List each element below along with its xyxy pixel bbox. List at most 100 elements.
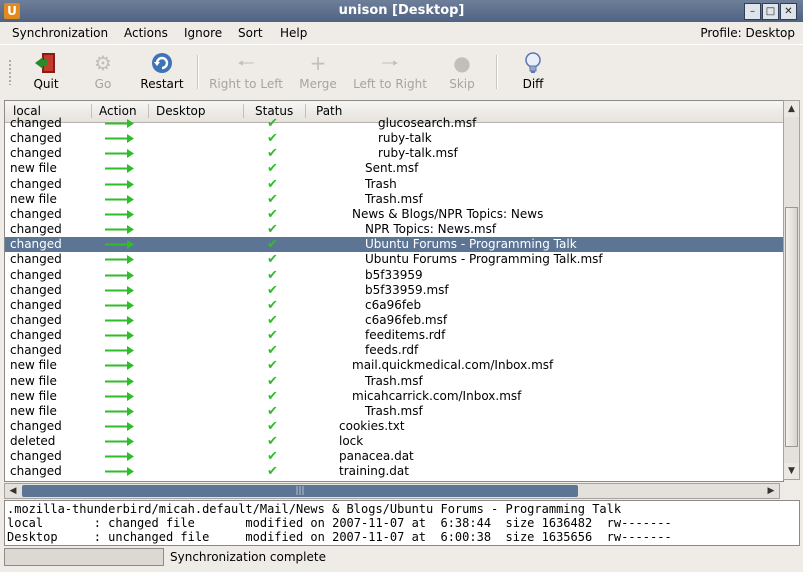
horizontal-scrollbar[interactable]: ◀ ||| ▶ [4, 483, 780, 499]
menu-actions[interactable]: Actions [124, 26, 168, 40]
checkmark-icon: ✔ [267, 116, 278, 131]
checkmark-icon: ✔ [267, 312, 278, 328]
table-row[interactable]: changed ✔ panacea.dat [5, 449, 783, 464]
arrow-right-icon[interactable] [105, 146, 135, 161]
table-row[interactable]: changed ✔ Trash [5, 177, 783, 192]
reconciliation-list[interactable]: local Action Desktop Status Path changed… [4, 100, 784, 482]
arrow-right-icon[interactable] [105, 222, 135, 237]
scroll-left-icon[interactable]: ◀ [5, 484, 21, 498]
status-text: Synchronization complete [170, 550, 326, 564]
merge-button[interactable]: + Merge [294, 51, 342, 95]
table-row[interactable]: changed ✔ b5f33959 [5, 268, 783, 283]
restart-button[interactable]: Restart [134, 51, 190, 95]
diff-button[interactable]: Diff [510, 51, 556, 95]
table-row[interactable]: changed ✔ glucosearch.msf [5, 116, 783, 131]
table-row[interactable]: changed ✔ NPR Topics: News.msf [5, 222, 783, 237]
table-row[interactable]: changed ✔ c6a96feb [5, 298, 783, 313]
table-row[interactable]: changed ✔ ruby-talk [5, 131, 783, 146]
table-row[interactable]: changed ✔ feeds.rdf [5, 343, 783, 358]
table-row[interactable]: changed ✔ Ubuntu Forums - Programming Talk [5, 237, 783, 253]
arrow-right-icon[interactable] [105, 449, 135, 464]
left-to-right-button[interactable]: 🠒 Left to Right [348, 51, 432, 95]
arrow-right-icon[interactable] [105, 404, 135, 419]
table-row[interactable]: new file ✔ micahcarrick.com/Inbox.msf [5, 389, 783, 404]
arrow-right-icon[interactable] [105, 328, 135, 343]
row-path: panacea.dat [339, 449, 414, 464]
horizontal-scroll-thumb[interactable]: ||| [22, 485, 578, 497]
arrow-right-icon[interactable] [105, 268, 135, 283]
row-path: Ubuntu Forums - Programming Talk.msf [365, 252, 603, 267]
arrow-right-icon[interactable] [105, 237, 135, 252]
skip-button[interactable]: ● Skip [440, 51, 484, 95]
table-row[interactable]: changed ✔ Ubuntu Forums - Programming Talk… [5, 252, 783, 267]
row-local-status: changed [10, 252, 62, 267]
close-button[interactable]: ✕ [780, 3, 797, 20]
row-local-status: changed [10, 282, 62, 297]
checkmark-icon: ✔ [267, 464, 278, 480]
menu-help[interactable]: Help [280, 26, 307, 40]
table-row[interactable]: new file ✔ Trash.msf [5, 192, 783, 207]
checkmark-icon: ✔ [267, 343, 278, 359]
table-row[interactable]: changed ✔ c6a96feb.msf [5, 313, 783, 328]
row-local-status: new file [10, 161, 57, 176]
table-row[interactable]: new file ✔ Trash.msf [5, 404, 783, 419]
arrow-right-icon[interactable] [105, 131, 135, 146]
table-row[interactable]: new file ✔ Trash.msf [5, 374, 783, 389]
arrow-right-icon[interactable] [105, 252, 135, 267]
table-row[interactable]: new file ✔ Sent.msf [5, 161, 783, 176]
table-row[interactable]: changed ✔ cookies.txt [5, 419, 783, 434]
scroll-right-icon[interactable]: ▶ [763, 484, 779, 498]
arrow-right-icon[interactable] [105, 161, 135, 176]
row-local-status: changed [10, 343, 62, 358]
table-row[interactable]: deleted ✔ lock [5, 434, 783, 449]
table-row[interactable]: changed ✔ feeditems.rdf [5, 328, 783, 343]
table-row[interactable]: new file ✔ mail.quickmedical.com/Inbox.msf [5, 358, 783, 373]
arrow-right-icon[interactable] [105, 177, 135, 192]
menu-ignore[interactable]: Ignore [184, 26, 222, 40]
table-row[interactable]: changed ✔ training.dat [5, 464, 783, 479]
row-path: Trash.msf [365, 191, 423, 206]
toolbar-grip[interactable] [8, 59, 12, 85]
status-bar: Synchronization complete [4, 548, 800, 568]
arrow-right-icon[interactable] [105, 313, 135, 328]
exit-door-icon [33, 51, 59, 75]
row-path: c6a96feb.msf [365, 312, 448, 327]
row-path: ruby-talk.msf [378, 146, 458, 161]
arrow-right-icon[interactable] [105, 343, 135, 358]
arrow-right-icon[interactable] [105, 358, 135, 373]
row-local-status: changed [10, 267, 62, 282]
table-row[interactable]: changed ✔ b5f33959.msf [5, 283, 783, 298]
arrow-right-icon[interactable] [105, 374, 135, 389]
table-row[interactable]: changed ✔ News & Blogs/NPR Topics: News [5, 207, 783, 222]
details-desktop: Desktop : unchanged file modified on 200… [7, 530, 672, 544]
arrow-right-icon[interactable] [105, 389, 135, 404]
vertical-scrollbar[interactable]: ▲ ▼ [783, 100, 800, 480]
arrow-right-icon[interactable] [105, 116, 135, 131]
checkmark-icon: ✔ [267, 237, 278, 253]
table-row[interactable]: changed ✔ ruby-talk.msf [5, 146, 783, 161]
minimize-button[interactable]: – [744, 3, 761, 20]
scroll-down-icon[interactable]: ▼ [784, 463, 799, 479]
row-local-status: changed [10, 328, 62, 343]
row-path: feeds.rdf [365, 343, 419, 358]
arrow-right-icon[interactable] [105, 192, 135, 207]
checkmark-icon: ✔ [267, 161, 278, 177]
row-path: lock [339, 434, 364, 449]
vertical-scroll-thumb[interactable] [785, 207, 798, 447]
arrow-right-icon[interactable] [105, 298, 135, 313]
arrow-right-icon[interactable] [105, 283, 135, 298]
title-bar: U unison [Desktop] – □ ✕ [0, 0, 803, 23]
row-path: c6a96feb [365, 297, 422, 312]
arrow-right-icon[interactable] [105, 419, 135, 434]
menu-synchronization[interactable]: Synchronization [12, 26, 108, 40]
arrow-right-icon[interactable] [105, 434, 135, 449]
go-button[interactable]: ⚙ Go [80, 51, 126, 95]
quit-button[interactable]: Quit [22, 51, 70, 95]
arrow-right-icon[interactable] [105, 207, 135, 222]
right-to-left-button[interactable]: 🠐 Right to Left [204, 51, 288, 95]
row-local-status: changed [10, 131, 62, 146]
maximize-button[interactable]: □ [762, 3, 779, 20]
scroll-up-icon[interactable]: ▲ [784, 101, 799, 117]
menu-sort[interactable]: Sort [238, 26, 263, 40]
arrow-right-icon[interactable] [105, 464, 135, 479]
